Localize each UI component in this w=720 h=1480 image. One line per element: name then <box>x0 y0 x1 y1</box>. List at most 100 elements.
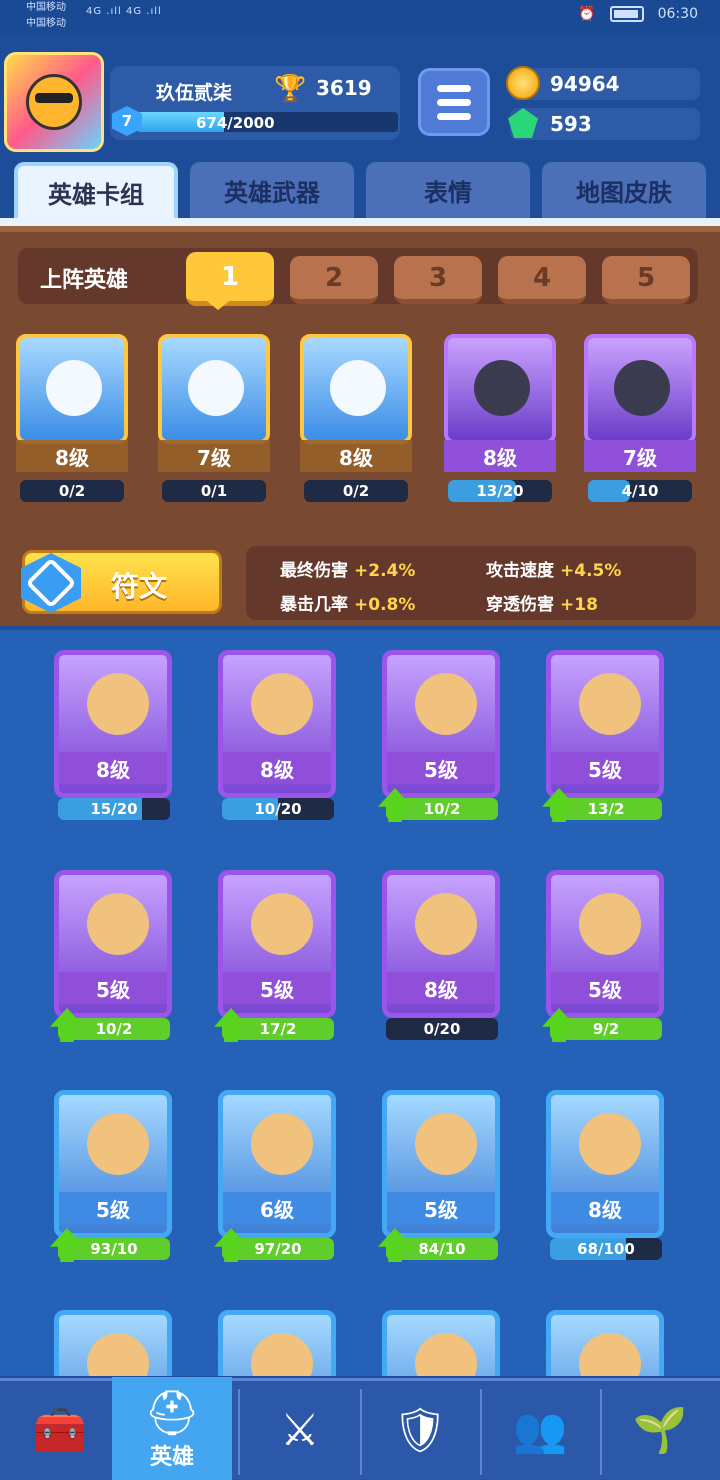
collection-hero-card[interactable]: 5级 84/10 <box>378 1078 504 1268</box>
collection-hero-card[interactable] <box>52 1298 176 1376</box>
hero-portrait <box>158 334 270 444</box>
hero-card-progress: 13/20 <box>448 480 552 502</box>
hero-level: 7级 <box>158 440 270 472</box>
collection-hero-card[interactable]: 6级 97/20 <box>214 1078 340 1268</box>
nav-treasure[interactable]: 🧰 <box>0 1381 120 1480</box>
tab-map-skins[interactable]: 地图皮肤 <box>542 162 706 218</box>
card-count: 10/2 <box>95 1020 133 1038</box>
tab-emotes[interactable]: 表情 <box>366 162 530 218</box>
deck-slot-4[interactable]: 4 <box>498 256 586 304</box>
collection-hero-card[interactable] <box>544 1298 668 1376</box>
gem-balance[interactable]: 593 <box>508 108 700 140</box>
nav-battle[interactable]: ⚔ <box>240 1381 360 1480</box>
battery-icon <box>609 6 644 22</box>
collection-hero-card[interactable]: 5级 13/2 <box>542 638 668 828</box>
deck-hero-card[interactable]: 8级 13/20 <box>436 322 564 502</box>
card-level: 8级 <box>551 1192 659 1224</box>
menu-icon-line <box>437 84 471 92</box>
ice-king-hero-icon <box>330 360 386 416</box>
clock: 06:30 <box>657 6 698 22</box>
collection-hero-card[interactable]: 8级 68/100 <box>544 1078 668 1268</box>
card-count: 93/10 <box>90 1240 138 1258</box>
stat-final-damage: 最终伤害 +2.4% <box>280 556 415 581</box>
nav-island[interactable]: 🌱 <box>600 1381 720 1480</box>
rune-button[interactable]: 符文 <box>21 550 222 614</box>
collection-hero-card[interactable]: 5级 17/2 <box>214 858 340 1048</box>
collection-hero-card[interactable]: 8级 0/20 <box>380 858 504 1048</box>
explorer-hero-icon <box>579 673 641 735</box>
carrier-2: 中国移动 <box>26 18 66 29</box>
thief-hero-icon <box>474 360 530 416</box>
collection-hero-card[interactable]: 8级 10/20 <box>216 638 340 828</box>
ranger-frog-hero-icon <box>251 673 313 735</box>
hero-level: 8级 <box>300 440 412 472</box>
deck-slot-3[interactable]: 3 <box>394 256 482 304</box>
deck-hero-card[interactable]: 8级 0/2 <box>292 322 420 502</box>
deck-slot-5[interactable]: 5 <box>602 256 690 304</box>
card-count: 17/2 <box>259 1020 297 1038</box>
menu-button[interactable] <box>418 68 490 136</box>
hero-level: 8级 <box>16 440 128 472</box>
collection-hero-card[interactable] <box>380 1298 504 1376</box>
card-level: 5级 <box>551 972 659 1004</box>
stat-label: 穿透伤害 <box>486 595 554 615</box>
hero-card-count: 0/2 <box>58 482 86 500</box>
caveman-hero-icon <box>87 1113 149 1175</box>
stat-value: +2.4% <box>354 561 416 581</box>
hero-portrait <box>300 334 412 444</box>
panda-monk-hero-icon <box>415 1113 477 1175</box>
card-count: 0/20 <box>423 1020 461 1038</box>
mummy-hero-icon <box>87 1333 149 1376</box>
skeleton-hat-hero-icon <box>614 360 670 416</box>
deck-slot-2[interactable]: 2 <box>290 256 378 304</box>
collection-hero-card[interactable] <box>216 1298 340 1376</box>
tab-hero-weapons[interactable]: 英雄武器 <box>190 162 354 218</box>
hero-card-count: 0/2 <box>342 482 370 500</box>
player-info-panel[interactable]: 玖伍贰柒 🏆 3619 7 674/2000 <box>110 66 400 140</box>
collection-hero-card[interactable]: 5级 9/2 <box>542 858 668 1048</box>
card-count: 68/100 <box>577 1240 635 1258</box>
xp-value: 674/2000 <box>196 114 275 132</box>
card-portrait <box>546 1310 664 1376</box>
card-level: 5级 <box>223 972 331 1004</box>
hero-card-count: 13/20 <box>476 482 524 500</box>
crown-shield-icon: 🛡 <box>392 1404 448 1456</box>
gem-amount: 593 <box>550 112 592 136</box>
card-count: 15/20 <box>90 800 138 818</box>
card-level: 8级 <box>59 752 167 784</box>
gold-balance[interactable]: 94964 <box>506 66 700 100</box>
trophy-icon: 🏆 <box>274 74 307 104</box>
collection-hero-card[interactable]: 5级 10/2 <box>378 638 504 828</box>
card-level: 5级 <box>59 972 167 1004</box>
crossed-swords-icon: ⚔ <box>280 1404 320 1456</box>
hero-portrait <box>444 334 556 444</box>
deck-hero-card[interactable]: 7级 0/1 <box>150 322 278 502</box>
gold-amount: 94964 <box>550 72 620 96</box>
card-count: 97/20 <box>254 1240 302 1258</box>
category-tabs: 英雄卡组 英雄武器 表情 地图皮肤 <box>0 156 720 222</box>
player-avatar[interactable] <box>4 52 104 152</box>
hooded-alchemist-hero-icon <box>415 893 477 955</box>
collection-hero-card[interactable]: 5级 10/2 <box>50 858 176 1048</box>
stat-pierce-damage: 穿透伤害 +18 <box>486 590 598 615</box>
rune-stats-panel: 最终伤害 +2.4% 攻击速度 +4.5% 暴击几率 +0.8% 穿透伤害 +18 <box>246 546 696 620</box>
player-name: 玖伍贰柒 <box>156 82 233 104</box>
deck-hero-card[interactable]: 8级 0/2 <box>8 322 136 502</box>
knight-hero-icon <box>579 1333 641 1376</box>
tab-hero-deck[interactable]: 英雄卡组 <box>14 162 178 218</box>
collection-hero-card[interactable]: 8级 15/20 <box>52 638 176 828</box>
nav-rank[interactable]: 🛡 <box>360 1381 480 1480</box>
card-level: 6级 <box>223 1192 331 1224</box>
hero-level: 8级 <box>444 440 556 472</box>
player-bar: 玖伍贰柒 🏆 3619 7 674/2000 94964 593 <box>0 36 720 156</box>
hero-card-count: 0/1 <box>200 482 228 500</box>
nav-heroes[interactable]: ⛑ 英雄 <box>112 1377 232 1480</box>
rune-icon <box>21 553 81 613</box>
collection-hero-card[interactable]: 5级 93/10 <box>50 1078 176 1268</box>
deck-hero-card[interactable]: 7级 4/10 <box>576 322 704 502</box>
card-progress: 0/20 <box>386 1018 498 1040</box>
card-count: 84/10 <box>418 1240 466 1258</box>
hero-card-progress: 0/2 <box>304 480 408 502</box>
card-count: 10/2 <box>423 800 461 818</box>
nav-social[interactable]: 👥 <box>480 1381 600 1480</box>
